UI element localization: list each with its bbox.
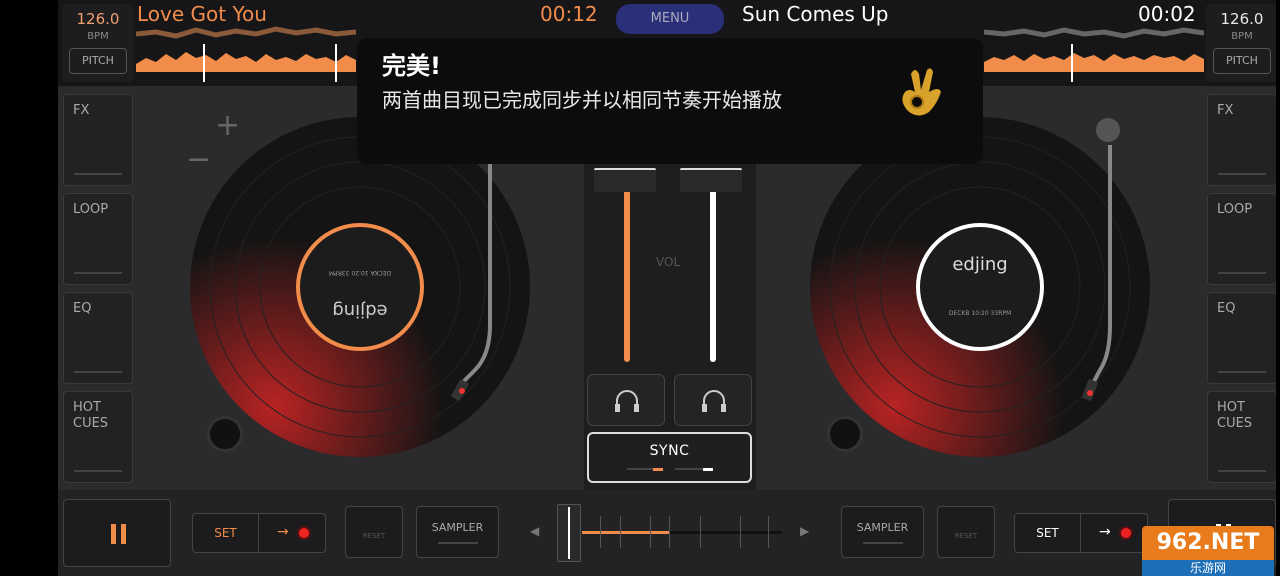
left-bpm-value: 126.0 [76, 10, 120, 28]
pause-icon [111, 524, 116, 544]
right-set-button[interactable]: SET [1015, 514, 1081, 552]
watermark-sub: 乐游网 [1142, 560, 1274, 576]
menu-button[interactable]: MENU [616, 4, 724, 34]
left-play-pause-button[interactable] [63, 499, 171, 567]
sync-label: SYNC [649, 443, 690, 459]
sync-left-indicator [653, 468, 663, 471]
right-black-strip [1276, 0, 1280, 576]
left-eq-label: EQ [73, 301, 92, 316]
right-eq-button[interactable]: EQ [1207, 292, 1277, 384]
watermark-logo: 962.NET 乐游网 [1142, 526, 1274, 576]
left-pitch-button[interactable]: PITCH [69, 48, 127, 74]
right-record-dot-icon[interactable] [1121, 528, 1131, 538]
toast-title: 完美! [382, 52, 441, 80]
left-track-time: 00:12 [540, 2, 598, 26]
right-reset-label: RESET [954, 532, 978, 540]
left-volume-fader-handle[interactable] [594, 168, 656, 192]
right-hot-cues-button[interactable]: HOT CUES [1207, 391, 1277, 483]
right-arrow-right-icon[interactable]: → [1099, 524, 1111, 540]
right-hot-cues-label: HOT CUES [1217, 400, 1253, 431]
left-bpm-panel: 126.0 BPM PITCH [62, 4, 134, 82]
sync-button[interactable]: SYNC [587, 432, 752, 483]
watermark-brand: 962.NET [1142, 526, 1274, 560]
right-waveform[interactable] [984, 24, 1204, 84]
left-eq-button[interactable]: EQ [63, 292, 133, 384]
right-volume-fader-handle[interactable] [680, 168, 742, 192]
crossfader-right-arrow-icon[interactable]: ▶ [800, 524, 809, 538]
right-cue-group: SET → [1014, 513, 1148, 553]
left-record-brand: edjing [332, 300, 387, 321]
left-fx-button[interactable]: FX [63, 94, 133, 186]
left-reset-label: RESET [362, 532, 386, 540]
right-pitch-button[interactable]: PITCH [1213, 48, 1271, 74]
left-deck-knob[interactable] [207, 416, 243, 452]
right-turntable[interactable]: edjing DECKB 10:20 33RPM [805, 115, 1155, 460]
right-volume-fader-track[interactable] [710, 180, 716, 362]
right-track-time: 00:02 [1138, 2, 1196, 26]
left-waveform[interactable] [136, 24, 356, 84]
right-deck-knob[interactable] [827, 416, 863, 452]
right-reset-button[interactable]: RESET [937, 506, 995, 558]
right-record-brand: edjing [952, 254, 1007, 275]
left-record-deck-text: DECKA 10:20 33RPM [329, 269, 391, 276]
right-sampler-label: SAMPLER [856, 521, 909, 534]
sync-toast: 完美! 两首曲目现已完成同步并以相同节奏开始播放 [357, 38, 983, 164]
right-eq-label: EQ [1217, 301, 1236, 316]
left-headphones-icon [615, 390, 639, 412]
left-fx-label: FX [73, 103, 90, 118]
left-black-strip [0, 0, 58, 576]
right-bpm-value: 126.0 [1220, 10, 1264, 28]
left-cue-group: SET → [192, 513, 326, 553]
left-sampler-label: SAMPLER [431, 521, 484, 534]
crossfader-left-arrow-icon[interactable]: ◀ [530, 524, 539, 538]
left-volume-fader-track[interactable] [624, 180, 630, 362]
crossfader-left-fill [582, 531, 670, 534]
left-set-button[interactable]: SET [193, 514, 259, 552]
right-headphones-button[interactable] [674, 374, 752, 426]
right-loop-button[interactable]: LOOP [1207, 193, 1277, 285]
right-fx-button[interactable]: FX [1207, 94, 1277, 186]
left-bpm-label: BPM [87, 31, 109, 42]
dj-app: 126.0 BPM PITCH 126.0 BPM PITCH Love Got… [0, 0, 1280, 576]
left-turntable[interactable]: edjing DECKA 10:20 33RPM [185, 115, 535, 460]
left-loop-button[interactable]: LOOP [63, 193, 133, 285]
crossfader-handle[interactable] [557, 504, 581, 562]
left-hot-cues-label: HOT CUES [73, 400, 109, 431]
right-record-deck-text: DECKB 10:20 33RPM [949, 310, 1011, 317]
sync-right-indicator [703, 468, 713, 471]
left-record-dot-icon[interactable] [299, 528, 309, 538]
left-sampler-button[interactable]: SAMPLER [416, 506, 499, 558]
right-sampler-button[interactable]: SAMPLER [841, 506, 924, 558]
right-loop-label: LOOP [1217, 202, 1253, 217]
left-track-title: Love Got You [137, 2, 267, 26]
left-reset-button[interactable]: RESET [345, 506, 403, 558]
right-bpm-panel: 126.0 BPM PITCH [1206, 4, 1278, 82]
right-bpm-label: BPM [1231, 31, 1253, 42]
left-headphones-button[interactable] [587, 374, 665, 426]
right-track-title: Sun Comes Up [742, 2, 889, 26]
right-headphones-icon [702, 390, 726, 412]
ok-hand-emoji-icon [902, 68, 941, 116]
vol-label: VOL [656, 255, 681, 269]
left-arrow-right-icon[interactable]: → [277, 524, 289, 540]
left-hot-cues-button[interactable]: HOT CUES [63, 391, 133, 483]
toast-message: 两首曲目现已完成同步并以相同节奏开始播放 [382, 88, 782, 112]
left-loop-label: LOOP [73, 202, 109, 217]
right-fx-label: FX [1217, 103, 1234, 118]
